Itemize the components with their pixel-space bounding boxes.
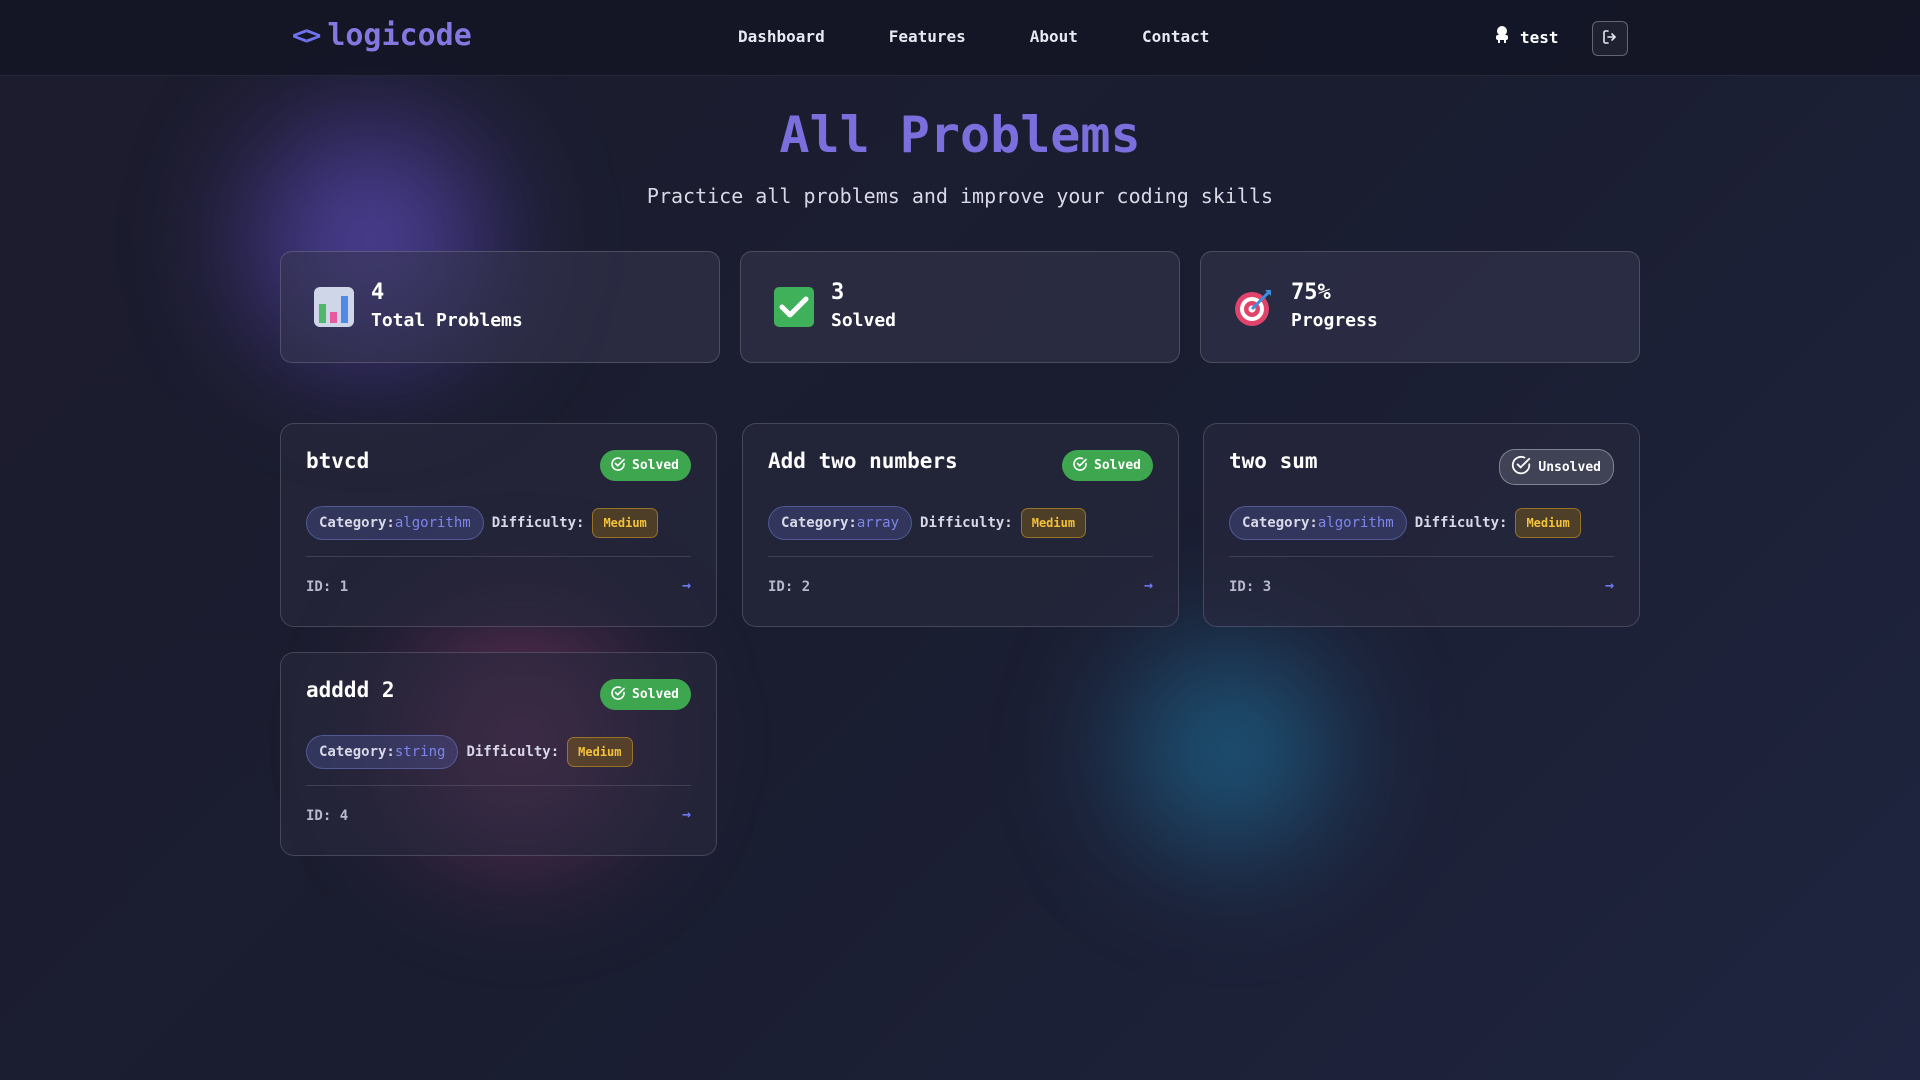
category-tag[interactable]: Category: array [768, 506, 913, 540]
background-glow-teal [1080, 600, 1380, 900]
problem-card[interactable]: Add two numbers Solved Category: array Di… [742, 423, 1179, 627]
logo-text: logicode [327, 18, 472, 53]
arrow-right-icon[interactable]: → [1605, 576, 1614, 594]
category-tag[interactable]: Category: algorithm [1229, 506, 1407, 540]
problem-meta: Category: string Difficulty: Medium [306, 735, 633, 769]
code-brackets-icon: <> [292, 20, 321, 51]
user-menu[interactable]: test [1494, 26, 1559, 48]
check-circle-icon [1510, 454, 1532, 480]
category-label: Category: [1242, 515, 1318, 531]
check-circle-icon [610, 685, 626, 705]
status-label: Solved [632, 458, 679, 473]
stat-card-solved: 3 Solved [740, 251, 1180, 363]
arrow-right-icon[interactable]: → [682, 805, 691, 823]
user-icon [1494, 26, 1510, 48]
page-title: All Problems [779, 106, 1141, 164]
problem-meta: Category: algorithm Difficulty: Medium [306, 506, 658, 540]
stat-value: 75% [1291, 280, 1331, 305]
divider [1229, 556, 1614, 557]
category-tag[interactable]: Category: string [306, 735, 459, 769]
nav-link-contact[interactable]: Contact [1142, 27, 1209, 46]
stat-label: Solved [831, 310, 897, 331]
divider [306, 556, 691, 557]
problem-id: ID: 3 [1229, 579, 1272, 595]
category-value: algorithm [1317, 515, 1394, 531]
stat-label: Total Problems [371, 310, 523, 331]
status-badge: Solved [600, 450, 691, 481]
status-label: Unsolved [1538, 459, 1601, 475]
stat-label: Progress [1291, 310, 1378, 331]
difficulty-label: Difficulty: [466, 744, 560, 760]
problem-title: btvcd [306, 449, 370, 473]
difficulty-label: Difficulty: [491, 515, 585, 531]
difficulty-label: Difficulty: [1414, 515, 1508, 531]
top-navbar: <> logicode Dashboard Features About Con… [0, 0, 1920, 76]
category-label: Category: [781, 515, 857, 531]
status-badge: Unsolved [1499, 449, 1614, 485]
nav-link-dashboard[interactable]: Dashboard [738, 27, 825, 46]
arrow-right-icon[interactable]: → [1144, 576, 1153, 594]
divider [306, 785, 691, 786]
difficulty-badge: Medium [1020, 508, 1087, 538]
category-label: Category: [319, 515, 395, 531]
problem-id: ID: 2 [768, 579, 811, 595]
username: test [1520, 27, 1559, 47]
nav-link-about[interactable]: About [1030, 27, 1078, 46]
problem-card[interactable]: two sum Unsolved Category: algorithm Diff… [1203, 423, 1640, 627]
category-value: array [856, 515, 900, 531]
category-value: string [394, 744, 446, 760]
problem-card[interactable]: btvcd Solved Category: algorithm Difficul… [280, 423, 717, 627]
difficulty-label: Difficulty: [920, 515, 1013, 531]
stat-card-total: 4 Total Problems [280, 251, 720, 363]
status-label: Solved [632, 687, 679, 702]
stat-value: 4 [371, 280, 385, 305]
divider [768, 556, 1153, 557]
difficulty-badge: Medium [1515, 508, 1581, 538]
problem-title: adddd 2 [306, 678, 395, 702]
problem-id: ID: 1 [306, 579, 349, 595]
check-circle-icon [610, 456, 626, 476]
logout-icon [1602, 29, 1618, 49]
status-label: Solved [1094, 458, 1141, 473]
category-tag[interactable]: Category: algorithm [306, 506, 484, 540]
check-mark-icon [773, 286, 815, 328]
bar-chart-icon [313, 286, 355, 328]
arrow-right-icon[interactable]: → [682, 576, 691, 594]
logo[interactable]: <> logicode [292, 18, 472, 53]
problem-id: ID: 4 [306, 808, 349, 824]
check-circle-icon [1072, 456, 1088, 476]
page-subtitle: Practice all problems and improve your c… [646, 184, 1274, 208]
problem-meta: Category: algorithm Difficulty: Medium [1229, 506, 1581, 540]
problem-card[interactable]: adddd 2 Solved Category: string Difficult… [280, 652, 717, 856]
status-badge: Solved [1062, 450, 1153, 481]
nav-link-features[interactable]: Features [889, 27, 966, 46]
main-nav: Dashboard Features About Contact [738, 27, 1209, 46]
stat-value: 3 [831, 280, 845, 305]
logout-button[interactable] [1592, 21, 1628, 56]
difficulty-badge: Medium [592, 508, 658, 538]
problem-meta: Category: array Difficulty: Medium [768, 506, 1087, 540]
category-value: algorithm [394, 515, 471, 531]
difficulty-badge: Medium [567, 737, 633, 767]
stat-card-progress: 75% Progress [1200, 251, 1640, 363]
target-icon [1233, 286, 1275, 328]
problem-title: two sum [1229, 449, 1318, 473]
problem-title: Add two numbers [768, 449, 958, 473]
status-badge: Solved [600, 679, 691, 710]
category-label: Category: [319, 744, 395, 760]
